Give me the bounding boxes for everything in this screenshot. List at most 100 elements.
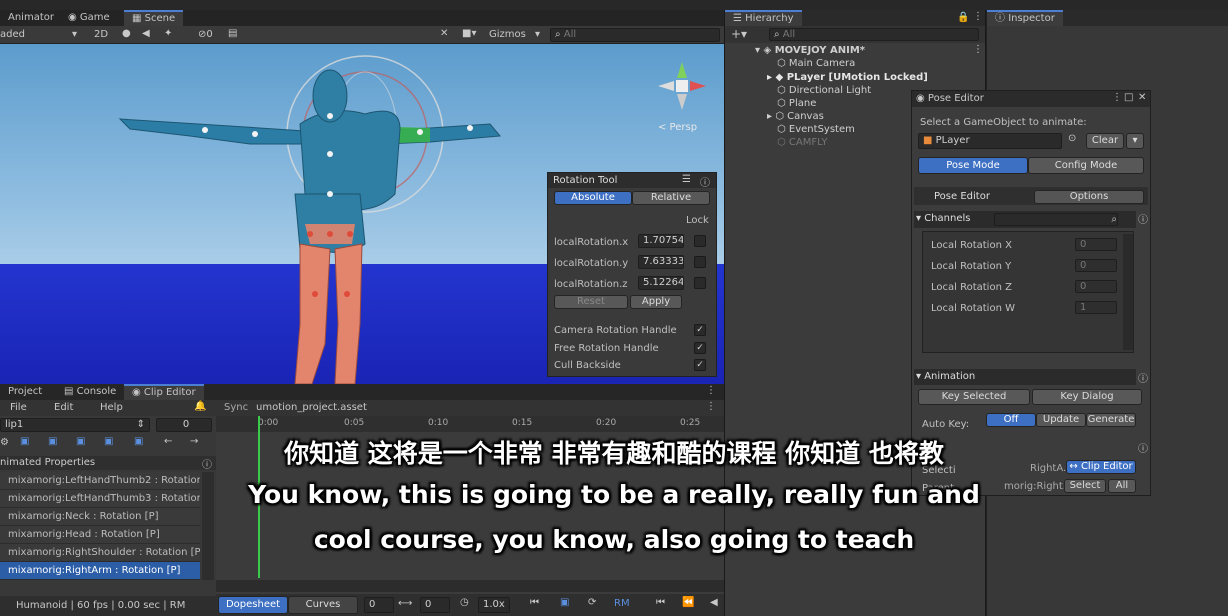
- target-object-field[interactable]: ■ PLayer: [918, 133, 1062, 149]
- chevron-down-icon: ▾: [535, 29, 541, 40]
- absolute-button[interactable]: Absolute: [554, 191, 632, 205]
- tab-options[interactable]: Options: [1034, 190, 1144, 204]
- shading-mode-dropdown[interactable]: aded: [0, 29, 25, 40]
- auto-key-update-button[interactable]: Update: [1036, 413, 1086, 427]
- start-frame-field[interactable]: 0: [364, 597, 394, 613]
- notification-bell-icon[interactable]: 🔔: [194, 401, 206, 412]
- hierarchy-item-player[interactable]: ▸ ◆ PLayer [UMotion Locked]: [767, 72, 928, 83]
- hierarchy-item-eventsystem[interactable]: ⬡ EventSystem: [777, 124, 855, 135]
- more-icon[interactable]: ⋮: [706, 385, 716, 396]
- tools-icon[interactable]: ✕: [440, 28, 448, 39]
- apply-button[interactable]: Apply: [630, 295, 682, 309]
- timeline-ruler[interactable]: 0:00 0:05 0:10 0:15 0:20 0:25: [216, 416, 724, 432]
- menu-file[interactable]: File: [10, 402, 27, 413]
- rotation-y-field[interactable]: 7.63333: [638, 255, 684, 269]
- more-icon[interactable]: ⋮: [706, 401, 716, 412]
- record-icon[interactable]: ▣: [560, 597, 569, 608]
- info-icon[interactable]: ⓘ: [1138, 370, 1148, 385]
- tab-project[interactable]: Project: [0, 384, 50, 400]
- root-motion-toggle[interactable]: RM: [614, 598, 630, 609]
- pose-mode-button[interactable]: Pose Mode: [918, 157, 1028, 174]
- clear-button[interactable]: Clear: [1086, 133, 1124, 149]
- free-rotation-handle-checkbox[interactable]: ✓: [694, 342, 706, 354]
- channels-search-input[interactable]: ⌕: [994, 213, 1118, 226]
- menu-edit[interactable]: Edit: [54, 402, 73, 413]
- clip-select-dropdown[interactable]: lip1 ⇕: [0, 418, 150, 432]
- more-icon[interactable]: ⋮: [973, 11, 983, 22]
- timeline-scrollbar[interactable]: [216, 580, 724, 592]
- rotation-z-lock-checkbox[interactable]: [694, 277, 706, 289]
- end-frame-field[interactable]: 0: [420, 597, 450, 613]
- hierarchy-item-camfly[interactable]: ⬡ CAMFLY: [777, 137, 827, 148]
- hierarchy-item-main-camera[interactable]: ⬡ Main Camera: [777, 58, 855, 69]
- target-picker-icon[interactable]: ⊙: [1068, 133, 1076, 144]
- menu-icon[interactable]: ☰: [682, 174, 691, 185]
- persp-label[interactable]: < Persp: [658, 122, 697, 133]
- camera-icon[interactable]: ■▾: [462, 28, 476, 39]
- playback-speed-field[interactable]: 1.0x: [478, 597, 510, 613]
- reset-button[interactable]: Reset: [554, 295, 628, 309]
- scene-root-item[interactable]: ▾ ◈ MOVEJOY ANIM*: [755, 45, 865, 56]
- dopesheet-tab[interactable]: Dopesheet: [218, 596, 288, 614]
- clear-dropdown-button[interactable]: ▾: [1126, 133, 1144, 149]
- gizmos-dropdown[interactable]: Gizmos: [489, 29, 526, 40]
- channel-rotation-x-field[interactable]: 0: [1075, 238, 1117, 251]
- lighting-icon[interactable]: ●: [122, 28, 131, 39]
- sync-button[interactable]: Sync: [224, 402, 248, 413]
- relative-button[interactable]: Relative: [632, 191, 710, 205]
- key-dialog-button[interactable]: Key Dialog: [1032, 389, 1142, 405]
- grid-snap-icon[interactable]: ▤: [228, 28, 237, 39]
- tab-hierarchy[interactable]: ☰ Hierarchy: [725, 10, 802, 26]
- menu-help[interactable]: Help: [100, 402, 123, 413]
- info-icon[interactable]: ⓘ: [1138, 211, 1148, 226]
- property-row-neck[interactable]: mixamorig:Neck : Rotation [P]: [0, 508, 200, 526]
- tab-console[interactable]: ▤ Console: [56, 384, 124, 400]
- clip-frame-field[interactable]: 0: [156, 418, 212, 432]
- auto-key-off-button[interactable]: Off: [986, 413, 1036, 427]
- more-icon[interactable]: ⋮: [973, 44, 983, 55]
- channel-rotation-w-field[interactable]: 1: [1075, 301, 1117, 314]
- tab-game[interactable]: ◉ Game: [60, 10, 118, 26]
- cull-backside-checkbox[interactable]: ✓: [694, 359, 706, 371]
- toggle-2d-button[interactable]: 2D: [94, 29, 108, 40]
- rotation-y-lock-checkbox[interactable]: [694, 256, 706, 268]
- channel-rotation-y-field[interactable]: 0: [1075, 259, 1117, 272]
- maximize-icon[interactable]: □: [1124, 92, 1133, 103]
- info-icon[interactable]: ⓘ: [700, 174, 710, 189]
- tab-animator[interactable]: Animator: [0, 10, 62, 26]
- close-icon[interactable]: ✕: [1138, 92, 1146, 103]
- tab-inspector[interactable]: ⓘ Inspector: [987, 10, 1063, 26]
- scene-search-input[interactable]: ⌕ All: [550, 28, 720, 42]
- channels-header[interactable]: ▾ Channels ⌕: [914, 211, 1136, 228]
- rotation-x-lock-checkbox[interactable]: [694, 235, 706, 247]
- lock-icon[interactable]: 🔒: [957, 12, 969, 23]
- play-backwards-icon[interactable]: ◀: [710, 597, 718, 608]
- effects-icon[interactable]: ✦: [164, 28, 172, 39]
- hidden-objects-count[interactable]: ⊘0: [198, 29, 213, 40]
- add-icon[interactable]: +▾: [731, 27, 747, 41]
- more-icon[interactable]: ⋮: [1112, 92, 1122, 103]
- animation-header[interactable]: ▾ Animation: [914, 369, 1136, 385]
- rotation-x-field[interactable]: 1.70754: [638, 234, 684, 248]
- hierarchy-search-input[interactable]: ⌕ All: [769, 28, 979, 41]
- rewind-icon[interactable]: ⏪: [682, 597, 694, 608]
- hierarchy-item-plane[interactable]: ⬡ Plane: [777, 98, 816, 109]
- channels-scrollbar[interactable]: [1123, 234, 1133, 350]
- auto-key-generate-button[interactable]: Generate: [1086, 413, 1136, 427]
- loop-icon[interactable]: ⟳: [588, 597, 596, 608]
- property-row-rightarm[interactable]: mixamorig:RightArm : Rotation [P]: [0, 562, 200, 580]
- previous-key-icon[interactable]: ⏮: [656, 597, 665, 608]
- skip-start-icon[interactable]: ⏮: [530, 597, 539, 608]
- rotation-z-field[interactable]: 5.12264: [638, 276, 684, 290]
- camera-rotation-handle-checkbox[interactable]: ✓: [694, 324, 706, 336]
- hierarchy-item-canvas[interactable]: ▸ ⬡ Canvas: [767, 111, 824, 122]
- tab-scene[interactable]: ▦ Scene: [124, 10, 184, 26]
- hierarchy-item-directional-light[interactable]: ⬡ Directional Light: [777, 85, 871, 96]
- channel-rotation-z-field[interactable]: 0: [1075, 280, 1117, 293]
- audio-icon[interactable]: ◀: [142, 28, 150, 39]
- tab-pose-editor[interactable]: Pose Editor: [934, 191, 990, 202]
- tab-clip-editor[interactable]: ◉ Clip Editor: [124, 384, 204, 400]
- key-selected-button[interactable]: Key Selected: [918, 389, 1030, 405]
- curves-tab[interactable]: Curves: [288, 596, 358, 614]
- config-mode-button[interactable]: Config Mode: [1028, 157, 1144, 174]
